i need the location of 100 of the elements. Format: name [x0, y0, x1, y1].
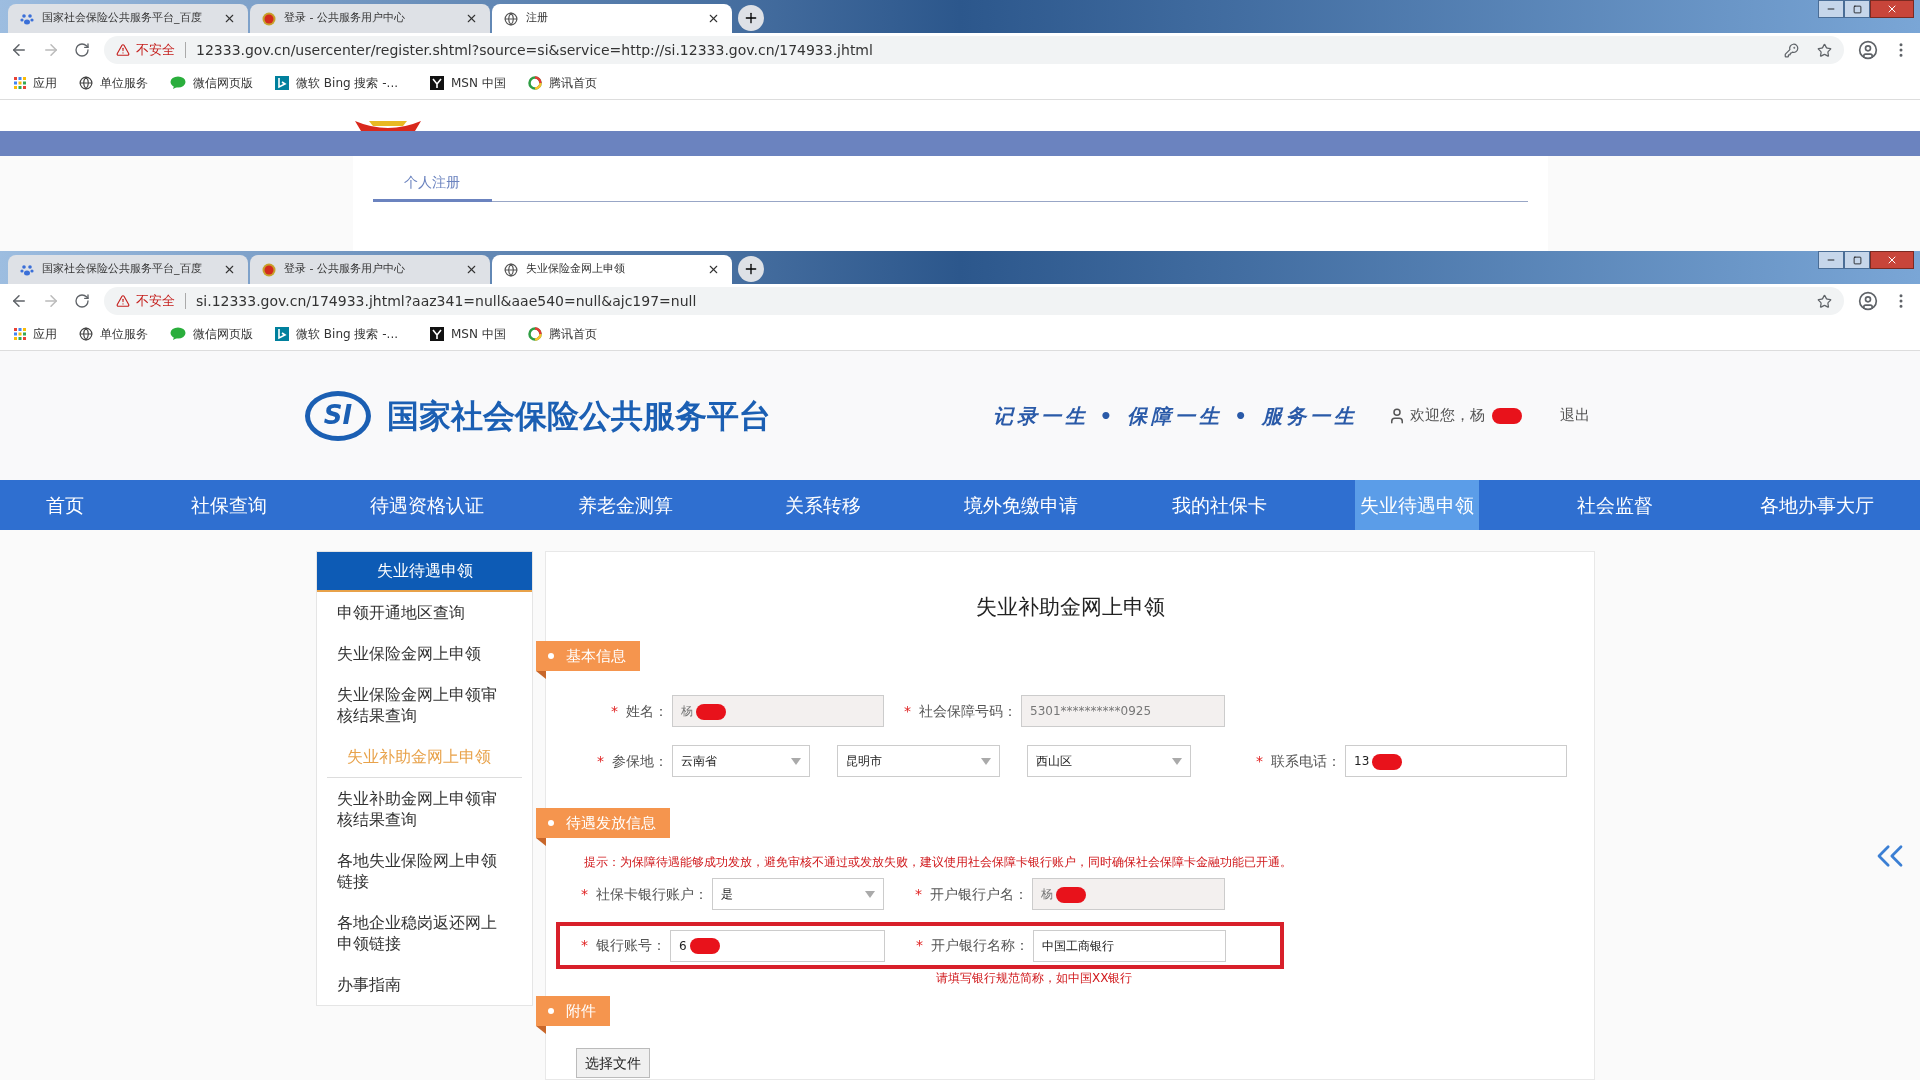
- profile-icon[interactable]: [1858, 291, 1878, 311]
- sidebar-item[interactable]: 失业补助金网上申领审核结果查询: [317, 778, 532, 840]
- back-icon[interactable]: [10, 41, 28, 59]
- nav-item[interactable]: 各地办事大厅: [1755, 480, 1879, 530]
- bookmark-item[interactable]: 单位服务: [79, 74, 148, 92]
- star-icon[interactable]: [1817, 293, 1832, 309]
- redaction-mark: [1056, 886, 1086, 903]
- nav-item[interactable]: 养老金测算: [572, 480, 678, 530]
- browser-tab[interactable]: 国家社会保险公共服务平台_百度: [8, 255, 248, 284]
- bookmark-item[interactable]: 微信网页版: [170, 325, 253, 343]
- close-icon[interactable]: [707, 12, 720, 25]
- bookmark-item[interactable]: 应用: [14, 325, 57, 343]
- site-logo: SI: [305, 390, 371, 441]
- sidebar-item[interactable]: 失业保险金网上申领: [317, 633, 532, 674]
- required-mark: *: [581, 884, 588, 904]
- site-title: 国家社会保险公共服务平台: [387, 395, 771, 437]
- bookmark-item[interactable]: 腾讯首页: [527, 325, 597, 343]
- text-field[interactable]: 13: [1345, 745, 1567, 777]
- field-label: 银行账号：: [596, 936, 666, 955]
- address-bar[interactable]: 不安全 si.12333.gov.cn/174933.jhtml?aaz341=null&aae540=null&ajc197=null: [104, 287, 1844, 315]
- ribbon-fold-icon: [536, 1026, 546, 1034]
- browser-tab[interactable]: 登录 - 公共服务用户中心: [250, 4, 490, 33]
- close-icon[interactable]: [223, 263, 236, 276]
- bookmark-item[interactable]: 微软 Bing 搜索 -...: [275, 325, 398, 343]
- sidebar-item[interactable]: 失业保险金网上申领审核结果查询: [317, 674, 532, 736]
- maximize-button[interactable]: [1844, 251, 1870, 269]
- bookmark-item[interactable]: 微软 Bing 搜索 -...: [275, 74, 398, 92]
- reload-icon[interactable]: [74, 42, 90, 58]
- minimize-button[interactable]: [1818, 251, 1844, 269]
- browser-tab[interactable]: 国家社会保险公共服务平台_百度: [8, 4, 248, 33]
- close-icon[interactable]: [465, 12, 478, 25]
- tab-title: 国家社会保险公共服务平台_百度: [42, 261, 203, 278]
- address-bar[interactable]: 不安全 12333.gov.cn/usercenter/register.shtml?source=si&service=http://si.12333.gov.cn/174933.jhtml: [104, 36, 1844, 64]
- hint-text: 请填写银行规范简称，如中国XX银行: [936, 970, 1134, 986]
- new-tab-button[interactable]: [738, 5, 764, 31]
- maximize-icon: [1852, 4, 1862, 14]
- nav-item[interactable]: 待遇资格认证: [365, 480, 489, 530]
- emblem-drawing: [355, 121, 421, 131]
- nav-item[interactable]: 首页: [41, 480, 89, 530]
- required-mark: *: [915, 884, 922, 904]
- nav-item[interactable]: 我的社保卡: [1166, 480, 1272, 530]
- sidebar-item[interactable]: 各地失业保险网上申领链接: [317, 840, 532, 902]
- choose-file-button[interactable]: 选择文件: [576, 1048, 650, 1078]
- minimize-button[interactable]: [1818, 0, 1844, 18]
- profile-icon[interactable]: [1858, 40, 1878, 60]
- close-icon: [1886, 254, 1898, 266]
- text-field[interactable]: 中国工商银行: [1033, 929, 1226, 962]
- close-icon[interactable]: [465, 263, 478, 276]
- form-title: 失业补助金网上申领: [974, 594, 1166, 621]
- chat-bubble-icon: [170, 76, 186, 90]
- sidebar-item[interactable]: 申领开通地区查询: [317, 592, 532, 633]
- close-icon[interactable]: [223, 12, 236, 25]
- bookmark-item[interactable]: 应用: [14, 74, 57, 92]
- text-field[interactable]: 5301**********0925: [1021, 695, 1225, 727]
- ribbon-fold-icon: [536, 838, 546, 846]
- select-field[interactable]: 是: [712, 878, 884, 910]
- maximize-button[interactable]: [1844, 0, 1870, 18]
- new-tab-button[interactable]: [738, 256, 764, 282]
- close-icon[interactable]: [707, 263, 720, 276]
- browser-tab[interactable]: 注册: [492, 4, 732, 33]
- required-mark: *: [597, 751, 604, 771]
- dropdown-caret-icon: [981, 757, 991, 765]
- b-tile-icon: [275, 327, 289, 341]
- dropdown-caret-icon: [791, 757, 801, 765]
- bookmark-item[interactable]: MSN 中国: [430, 74, 506, 92]
- browser-tab[interactable]: 失业保险金网上申领: [492, 255, 732, 284]
- security-label: 不安全: [136, 41, 175, 60]
- bookmark-item[interactable]: 微信网页版: [170, 74, 253, 92]
- select-field[interactable]: 云南省: [672, 745, 810, 777]
- sidebar-item[interactable]: 各地企业稳岗返还网上申领链接: [317, 902, 532, 964]
- select-field[interactable]: 西山区: [1027, 745, 1191, 777]
- bookmark-item[interactable]: MSN 中国: [430, 325, 506, 343]
- reload-icon[interactable]: [74, 293, 90, 309]
- key-icon[interactable]: [1784, 42, 1799, 58]
- text-field[interactable]: 杨: [1032, 878, 1225, 910]
- nav-item[interactable]: 社会监督: [1572, 480, 1658, 530]
- globe-icon: [79, 76, 93, 90]
- required-mark: *: [611, 701, 618, 721]
- sidebar-item[interactable]: 办事指南: [317, 964, 532, 1005]
- apps-grid-icon: [14, 77, 26, 89]
- nav-item[interactable]: 社保查询: [186, 480, 272, 530]
- text-field[interactable]: 杨: [672, 695, 884, 727]
- field-label: 开户银行名称：: [931, 936, 1029, 955]
- nav-item[interactable]: 境外免缴申请: [959, 480, 1083, 530]
- logout-link[interactable]: 退出: [1560, 404, 1590, 427]
- welcome-text: 欢迎您，杨: [1410, 405, 1485, 427]
- select-field[interactable]: 昆明市: [837, 745, 1000, 777]
- browser-tab[interactable]: 登录 - 公共服务用户中心: [250, 255, 490, 284]
- back-icon[interactable]: [10, 292, 28, 310]
- paw-icon: [20, 11, 34, 26]
- globe-icon: [504, 11, 518, 26]
- bookmark-item[interactable]: 单位服务: [79, 325, 148, 343]
- text-field[interactable]: 6: [670, 929, 885, 962]
- nav-item[interactable]: 关系转移: [780, 480, 866, 530]
- tab-title: 失业保险金网上申领: [526, 261, 626, 278]
- field-label: 参保地：: [612, 751, 668, 771]
- register-tab[interactable]: 个人注册: [372, 166, 492, 202]
- plus-icon: [743, 10, 759, 26]
- bookmark-item[interactable]: 腾讯首页: [527, 74, 597, 92]
- star-icon[interactable]: [1817, 42, 1832, 58]
